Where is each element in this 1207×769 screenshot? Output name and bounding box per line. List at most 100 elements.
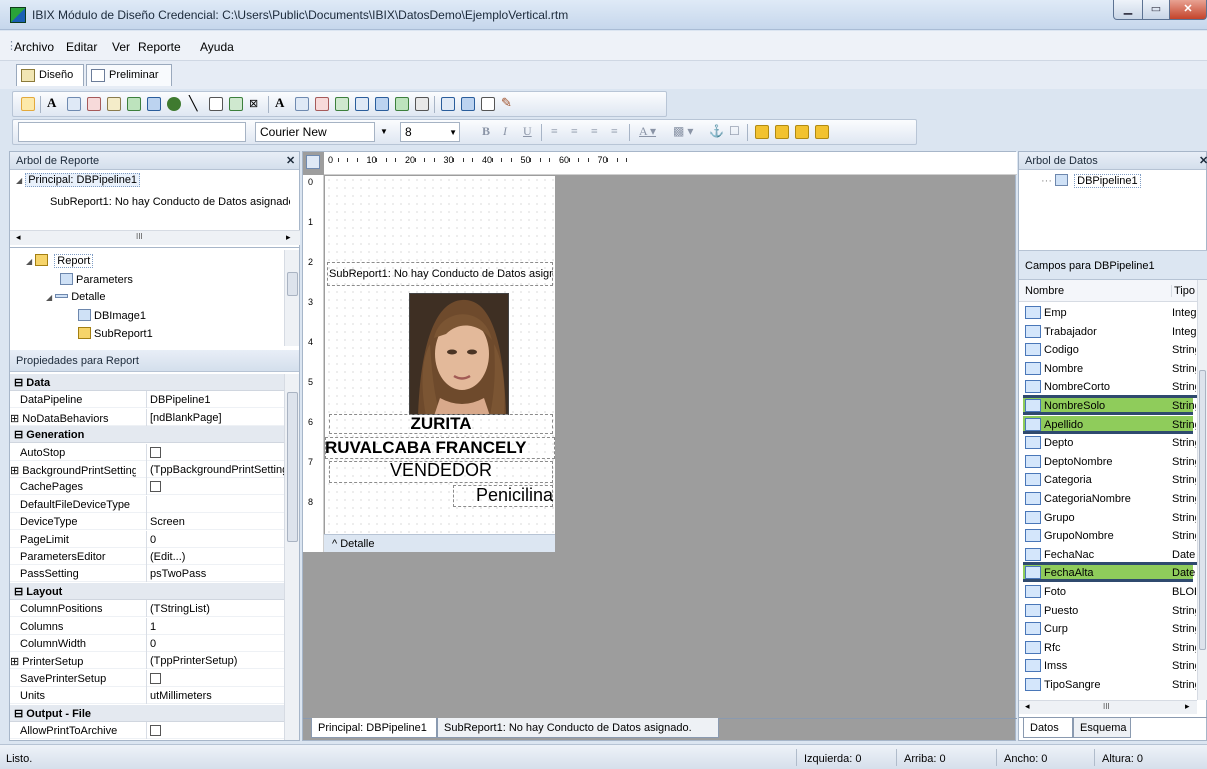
prop-value[interactable]: (Edit...) [150, 551, 288, 563]
prop-row[interactable]: PageLimit 0 [10, 530, 290, 548]
shape-tool-icon[interactable] [209, 97, 223, 111]
table-tool-icon[interactable] [441, 97, 455, 111]
prop-value[interactable]: DBPipeline1 [150, 394, 288, 406]
line-tool-icon[interactable]: ╲ [189, 95, 203, 111]
tree-node-report[interactable]: ◢ Report [26, 254, 94, 268]
send-backward-icon[interactable] [815, 125, 829, 139]
prop-value[interactable]: (TStringList) [150, 603, 288, 615]
tab-datos[interactable]: Datos [1023, 718, 1073, 738]
prop-row[interactable]: CachePages [10, 478, 290, 496]
column-nombre[interactable]: Nombre [1025, 285, 1064, 297]
tab-subreport1[interactable]: SubReport1: No hay Conducto de Datos asi… [437, 718, 719, 738]
field-row[interactable]: Emp Integer [1023, 304, 1196, 322]
prop-row[interactable]: Columns 1 [10, 617, 290, 635]
checkbox[interactable] [150, 672, 161, 684]
pointer-tool-icon[interactable] [21, 97, 35, 111]
checkbox[interactable] [150, 725, 161, 736]
dbtext-tool-icon[interactable] [295, 97, 309, 111]
prop-row[interactable]: AllowPrintToArchive [10, 722, 290, 739]
column-tipo[interactable]: Tipo [1171, 285, 1195, 297]
memo-tool-icon[interactable] [67, 97, 81, 111]
prop-value[interactable] [150, 672, 288, 686]
field-row[interactable]: DeptoNombre String [1023, 453, 1196, 471]
prop-category[interactable]: ⊟ Data [10, 374, 290, 391]
prop-category[interactable]: ⊟ Output - File [10, 704, 290, 722]
anchor-button[interactable]: ⚓ [709, 124, 724, 139]
tab-preliminar[interactable]: Preliminar [86, 64, 172, 86]
prop-category[interactable]: ⊟ Generation [10, 426, 290, 444]
field-row[interactable]: Codigo String [1023, 341, 1196, 359]
field-row[interactable]: FechaNac Date [1023, 546, 1195, 564]
field-row[interactable]: CategoriaNombre String [1023, 490, 1196, 508]
props-vscrollbar[interactable] [284, 374, 299, 740]
field-row[interactable]: NombreCorto String [1023, 378, 1196, 396]
prop-row[interactable]: DeviceType Screen [10, 513, 290, 531]
field-row[interactable]: Grupo String [1023, 509, 1196, 527]
tree-pipeline-subreport[interactable]: SubReport1: No hay Conducto de Datos asi… [50, 196, 290, 208]
prop-value[interactable]: utMillimeters [150, 690, 288, 702]
field-row[interactable]: Nombre String [1023, 360, 1196, 378]
prop-value[interactable]: 0 [150, 534, 288, 546]
field-row[interactable]: Curp String [1023, 620, 1196, 638]
prop-row[interactable]: SavePrinterSetup [10, 669, 290, 687]
barcode-tool-icon[interactable] [167, 97, 181, 111]
field-row[interactable]: FechaAlta Date [1023, 564, 1195, 583]
prop-row[interactable]: ⊞ BackgroundPrintSettings (TppBackgroundP… [10, 461, 290, 478]
border-button[interactable]: ☐ [729, 124, 740, 139]
prop-row[interactable]: ParametersEditor (Edit...) [10, 548, 290, 565]
dbrichtext-tool-icon[interactable] [335, 97, 349, 111]
prop-value[interactable]: 1 [150, 621, 288, 633]
chart-tool-icon[interactable] [147, 97, 161, 111]
prop-value[interactable]: 0 [150, 638, 288, 650]
align-left-button[interactable]: ≡ [551, 124, 558, 139]
tree-node-dbimage[interactable]: DBImage1 [78, 309, 146, 322]
prop-row[interactable]: DefaultFileDeviceType [10, 495, 290, 513]
crosstab-tool-icon[interactable] [461, 97, 475, 111]
label-tool-icon[interactable]: A [47, 95, 61, 110]
minimize-button[interactable]: ▁ [1113, 0, 1143, 20]
tree-node-parameters[interactable]: Parameters [60, 273, 133, 286]
field-row[interactable]: Puesto String [1023, 602, 1196, 620]
field-row[interactable]: Depto String [1023, 434, 1196, 452]
field-row[interactable]: Categoria String [1023, 471, 1196, 489]
dbimage-tool-icon[interactable] [375, 97, 389, 111]
prop-row[interactable]: ⊞ NoDataBehaviors [ndBlankPage] [10, 408, 290, 426]
align-center-button[interactable]: ≡ [571, 124, 578, 139]
fields-vscrollbar[interactable] [1197, 280, 1207, 700]
close-panel-icon[interactable]: ✕ [1199, 154, 1207, 167]
tab-principal-pipeline[interactable]: Principal: DBPipeline1 [311, 718, 437, 738]
dblabel-tool-icon[interactable]: A [275, 95, 289, 110]
field-row[interactable]: TipoSangre String [1023, 676, 1196, 694]
report-page[interactable]: SubReport1: No hay Conducto de Datos asi… [325, 176, 555, 550]
image-tool-icon[interactable] [127, 97, 141, 111]
pagebreak-tool-icon[interactable] [481, 97, 495, 111]
field-row[interactable]: Trabajador Integer [1023, 323, 1196, 341]
dbmemo-tool-icon[interactable] [315, 97, 329, 111]
checkbox[interactable] [150, 481, 161, 493]
dbcheckbox-tool-icon[interactable] [415, 97, 429, 111]
font-color-button[interactable]: A ▾ [639, 124, 656, 139]
dbcalc-tool-icon[interactable] [355, 97, 369, 111]
prop-value[interactable]: Screen [150, 516, 288, 528]
highlight-color-button[interactable]: ▩ ▾ [673, 124, 693, 139]
tab-diseno[interactable]: Diseño [16, 64, 84, 86]
prop-row[interactable]: PassSetting psTwoPass [10, 565, 290, 583]
field-row[interactable]: Foto BLOB [1023, 583, 1196, 601]
richtext-tool-icon[interactable] [87, 97, 101, 111]
detail-band-bar[interactable]: ^ Detalle [324, 534, 555, 552]
prop-value[interactable]: [ndBlankPage] [150, 412, 288, 424]
italic-button[interactable]: I [503, 124, 507, 139]
prop-value[interactable] [150, 446, 288, 460]
close-panel-icon[interactable]: ✕ [286, 154, 295, 167]
maximize-button[interactable]: ▭ [1142, 0, 1170, 20]
prop-row[interactable]: ⊞ PrinterSetup (TppPrinterSetup) [10, 652, 290, 670]
tab-esquema[interactable]: Esquema [1073, 718, 1131, 738]
prop-value[interactable]: psTwoPass [150, 568, 288, 580]
tree-pipeline-principal[interactable]: ◢ Principal: DBPipeline1 [16, 173, 141, 187]
calc-tool-icon[interactable] [107, 97, 121, 111]
bring-front-icon[interactable] [755, 125, 769, 139]
dbimage-photo[interactable] [409, 293, 509, 415]
fields-hscrollbar[interactable]: ◂ III ▸ [1019, 700, 1197, 714]
field-row[interactable]: NombreSolo String [1023, 397, 1196, 415]
subreport-tool-icon[interactable]: ⊠ [249, 97, 263, 111]
